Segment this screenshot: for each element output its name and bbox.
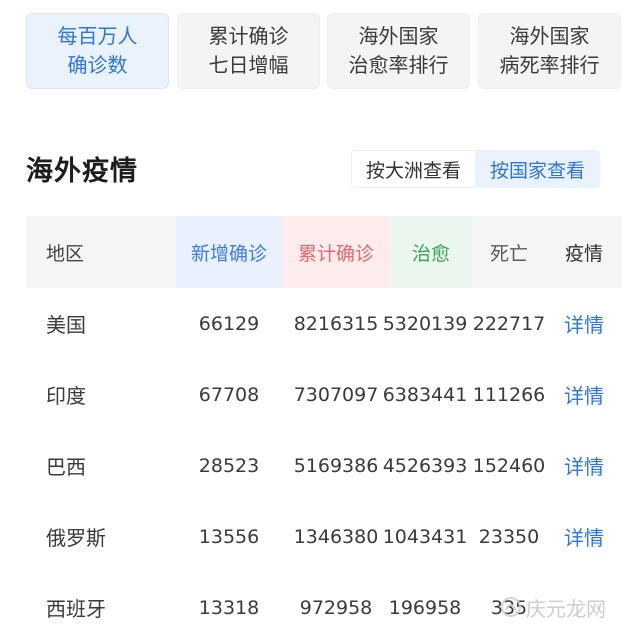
view-by-continent-button[interactable]: 按大洲查看: [351, 150, 476, 188]
category-tabs: 每百万人 确诊数 累计确诊 七日增幅 海外国家 治愈率排行 海外国家 病死率排行: [26, 13, 626, 89]
cell-total-cases: 7307097: [293, 383, 379, 406]
detail-link[interactable]: 详情: [546, 359, 622, 430]
cell-total-cases: 1346380: [293, 525, 379, 548]
cell-region: 印度: [46, 384, 86, 408]
table-row: 美国 66129 8216315 5320139 222717 详情: [26, 288, 622, 359]
cell-recovered: 196958: [388, 596, 462, 619]
site-watermark: 庆元龙网: [500, 587, 618, 627]
header-deaths[interactable]: 死亡: [472, 216, 546, 288]
cell-recovered: 4526393: [382, 454, 468, 477]
tab-label-line2: 病死率排行: [499, 53, 600, 77]
cell-new-cases: 66129: [198, 312, 260, 335]
cell-region: 美国: [46, 313, 86, 337]
overseas-epidemic-table: 地区 新增确诊 累计确诊 治愈 死亡 疫情 美国 66129 8216315 5…: [26, 216, 622, 643]
cell-new-cases: 13318: [198, 596, 260, 619]
cell-deaths: 222717: [472, 312, 546, 335]
watermark-logo-icon: [501, 597, 521, 617]
tab-label-line1: 海外国家: [509, 24, 590, 48]
table-row: 俄罗斯 13556 1346380 1043431 23350 详情: [26, 501, 622, 572]
cell-total-cases: 5169386: [293, 454, 379, 477]
cell-total-cases: 972958: [299, 596, 373, 619]
detail-link[interactable]: 详情: [546, 288, 622, 359]
header-region: 地区: [46, 242, 85, 265]
cell-recovered: 1043431: [382, 525, 468, 548]
cell-new-cases: 28523: [198, 454, 260, 477]
tab-label-line1: 每百万人: [57, 24, 138, 48]
header-total-cases[interactable]: 累计确诊: [282, 216, 390, 288]
cell-total-cases: 8216315: [293, 312, 379, 335]
cell-recovered: 6383441: [382, 383, 468, 406]
header-detail: 疫情: [546, 216, 622, 288]
cell-deaths: 152460: [472, 454, 546, 477]
tab-fatality-rate-ranking[interactable]: 海外国家 病死率排行: [478, 13, 621, 89]
tab-seven-day-growth[interactable]: 累计确诊 七日增幅: [177, 13, 320, 89]
section-title: 海外疫情: [26, 156, 138, 187]
cell-region: 巴西: [46, 455, 86, 479]
tab-recovery-rate-ranking[interactable]: 海外国家 治愈率排行: [327, 13, 470, 89]
table-header-row: 地区 新增确诊 累计确诊 治愈 死亡 疫情: [26, 216, 622, 288]
cell-deaths: 23350: [478, 525, 540, 548]
cell-recovered: 5320139: [382, 312, 468, 335]
view-by-country-button[interactable]: 按国家查看: [475, 150, 601, 188]
detail-link[interactable]: 详情: [546, 501, 622, 572]
watermark-text: 庆元龙网: [526, 596, 606, 621]
cell-deaths: 111266: [472, 383, 546, 406]
tab-label-line2: 确诊数: [67, 53, 128, 77]
table-row: 巴西 28523 5169386 4526393 152460 详情: [26, 430, 622, 501]
cell-new-cases: 13556: [198, 525, 260, 548]
cell-region: 俄罗斯: [46, 526, 106, 550]
tab-cases-per-million[interactable]: 每百万人 确诊数: [26, 13, 169, 89]
tab-label-line1: 累计确诊: [208, 24, 289, 48]
table-row: 印度 67708 7307097 6383441 111266 详情: [26, 359, 622, 430]
detail-link[interactable]: 详情: [546, 430, 622, 501]
tab-label-line2: 七日增幅: [208, 53, 289, 77]
header-recovered[interactable]: 治愈: [390, 216, 472, 288]
header-new-cases[interactable]: 新增确诊: [176, 216, 282, 288]
cell-new-cases: 67708: [198, 383, 260, 406]
tab-label-line1: 海外国家: [358, 24, 439, 48]
view-toggle: 按大洲查看 按国家查看: [351, 150, 601, 188]
cell-region: 西班牙: [46, 597, 106, 621]
tab-label-line2: 治愈率排行: [348, 53, 449, 77]
